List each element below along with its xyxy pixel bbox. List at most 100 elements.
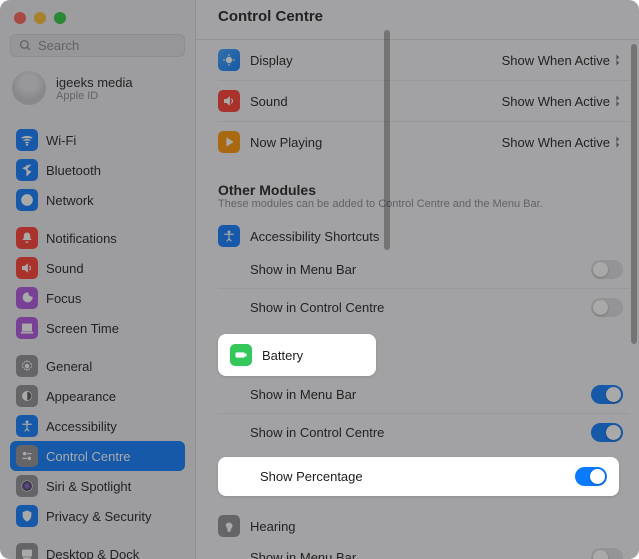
window-controls bbox=[0, 0, 195, 30]
sidebar-scrollbar[interactable] bbox=[384, 30, 390, 250]
sidebar-item-label: Siri & Spotlight bbox=[46, 479, 131, 494]
other-modules-title: Other Modules bbox=[218, 182, 629, 198]
search-placeholder: Search bbox=[38, 38, 79, 53]
row-label: Show in Menu Bar bbox=[250, 550, 581, 559]
sidebar-item-label: Sound bbox=[46, 261, 84, 276]
zoom-icon[interactable] bbox=[54, 12, 66, 24]
module-value-select[interactable]: Show When Active bbox=[502, 53, 623, 68]
sidebar-item-appearance[interactable]: Appearance bbox=[10, 381, 185, 411]
battery-label: Battery bbox=[262, 348, 364, 363]
row-label: Show in Menu Bar bbox=[250, 387, 581, 402]
show-percentage-label: Show Percentage bbox=[260, 469, 565, 484]
accessibility-show-in-control-centre: Show in Control Centre bbox=[218, 289, 629, 326]
sidebar-item-bluetooth[interactable]: Bluetooth bbox=[10, 155, 185, 185]
nowplaying-icon bbox=[218, 131, 240, 153]
display-icon bbox=[218, 49, 240, 71]
close-icon[interactable] bbox=[14, 12, 26, 24]
dock-icon bbox=[16, 543, 38, 559]
sidebar-item-desktop-dock[interactable]: Desktop & Dock bbox=[10, 539, 185, 559]
module-value: Show When Active bbox=[502, 94, 610, 109]
sidebar-item-sound[interactable]: Sound bbox=[10, 253, 185, 283]
search-icon bbox=[19, 39, 32, 52]
hearing-toggle[interactable] bbox=[591, 548, 623, 559]
content-pane: Control Centre DisplayShow When ActiveSo… bbox=[196, 0, 639, 559]
sidebar-item-accessibility[interactable]: Accessibility bbox=[10, 411, 185, 441]
row-label: Show in Menu Bar bbox=[250, 262, 581, 277]
module-row-now-playing: Now Playing Show When Active bbox=[218, 122, 629, 162]
focus-icon bbox=[16, 287, 38, 309]
account-row[interactable]: igeeks media Apple ID bbox=[0, 67, 195, 117]
module-label: Display bbox=[250, 53, 492, 68]
sound-icon bbox=[218, 90, 240, 112]
battery-toggle[interactable] bbox=[591, 385, 623, 404]
bluetooth-icon bbox=[16, 159, 38, 181]
sidebar-item-control-centre[interactable]: Control Centre bbox=[10, 441, 185, 471]
module-label: Now Playing bbox=[250, 135, 492, 150]
module-value-select[interactable]: Show When Active bbox=[502, 94, 623, 109]
minimize-icon[interactable] bbox=[34, 12, 46, 24]
sidebar-item-label: Privacy & Security bbox=[46, 509, 151, 524]
sidebar-item-label: Wi-Fi bbox=[46, 133, 76, 148]
sidebar-item-screen-time[interactable]: Screen Time bbox=[10, 313, 185, 343]
modules-pane: Display Show When Active Sound Show When Ac… bbox=[196, 40, 639, 559]
controlcentre-icon bbox=[16, 445, 38, 467]
accessibility-toggle[interactable] bbox=[591, 298, 623, 317]
sound-icon bbox=[16, 257, 38, 279]
module-row-display: Display Show When Active bbox=[218, 40, 629, 81]
module-label: Sound bbox=[250, 94, 492, 109]
module-row-sound: Sound Show When Active bbox=[218, 81, 629, 122]
module-value: Show When Active bbox=[502, 53, 610, 68]
account-sub: Apple ID bbox=[56, 90, 133, 102]
module-value: Show When Active bbox=[502, 135, 610, 150]
row-label: Show in Control Centre bbox=[250, 300, 581, 315]
header: Control Centre bbox=[196, 0, 639, 40]
accessibility-toggle[interactable] bbox=[591, 260, 623, 279]
content-scrollbar[interactable] bbox=[631, 44, 637, 344]
accessibility-icon bbox=[16, 415, 38, 437]
accessibility-shortcuts-label: Accessibility Shortcuts bbox=[250, 229, 623, 244]
battery-show-in-menu-bar: Show in Menu Bar bbox=[218, 376, 629, 414]
sidebar-item-label: Accessibility bbox=[46, 419, 117, 434]
sidebar-item-label: Desktop & Dock bbox=[46, 547, 139, 559]
account-name: igeeks media bbox=[56, 75, 133, 90]
privacy-icon bbox=[16, 505, 38, 527]
sidebar: Search igeeks media Apple ID Wi-Fi Blueto… bbox=[0, 0, 196, 559]
sidebar-item-notifications[interactable]: Notifications bbox=[10, 223, 185, 253]
accessibility-show-in-menu-bar: Show in Menu Bar bbox=[218, 251, 629, 289]
battery-icon bbox=[230, 344, 252, 366]
settings-window: Search igeeks media Apple ID Wi-Fi Blueto… bbox=[0, 0, 639, 559]
other-modules-sub: These modules can be added to Control Ce… bbox=[218, 198, 629, 210]
sidebar-item-focus[interactable]: Focus bbox=[10, 283, 185, 313]
hearing-show-in-menu-bar: Show in Menu Bar bbox=[218, 539, 629, 559]
sidebar-item-label: Bluetooth bbox=[46, 163, 101, 178]
sidebar-item-label: General bbox=[46, 359, 92, 374]
battery-toggle[interactable] bbox=[591, 423, 623, 442]
battery-header-card: Battery bbox=[218, 334, 376, 376]
battery-show-in-control-centre: Show in Control Centre bbox=[218, 414, 629, 451]
sidebar-item-label: Control Centre bbox=[46, 449, 131, 464]
sidebar-list: Wi-Fi Bluetooth Network Notifications Sound… bbox=[0, 117, 195, 559]
search-input[interactable]: Search bbox=[10, 34, 185, 57]
show-percentage-card: Show Percentage bbox=[218, 457, 619, 496]
gear-icon bbox=[16, 355, 38, 377]
sidebar-item-privacy-security[interactable]: Privacy & Security bbox=[10, 501, 185, 531]
siri-icon bbox=[16, 475, 38, 497]
sidebar-item-siri-spotlight[interactable]: Siri & Spotlight bbox=[10, 471, 185, 501]
module-value-select[interactable]: Show When Active bbox=[502, 135, 623, 150]
battery-row: Battery bbox=[228, 334, 366, 376]
sidebar-item-label: Network bbox=[46, 193, 94, 208]
screentime-icon bbox=[16, 317, 38, 339]
sidebar-item-general[interactable]: General bbox=[10, 351, 185, 381]
appearance-icon bbox=[16, 385, 38, 407]
page-title: Control Centre bbox=[218, 8, 617, 25]
avatar bbox=[12, 71, 46, 105]
network-icon bbox=[16, 189, 38, 211]
sidebar-item-network[interactable]: Network bbox=[10, 185, 185, 215]
hearing-label: Hearing bbox=[250, 519, 623, 534]
sidebar-item-label: Appearance bbox=[46, 389, 116, 404]
show-percentage-row: Show Percentage bbox=[228, 457, 609, 496]
show-percentage-toggle[interactable] bbox=[575, 467, 607, 486]
sidebar-item-label: Screen Time bbox=[46, 321, 119, 336]
accessibility-shortcuts-row: Accessibility Shortcuts bbox=[218, 216, 629, 251]
sidebar-item-wi-fi[interactable]: Wi-Fi bbox=[10, 125, 185, 155]
